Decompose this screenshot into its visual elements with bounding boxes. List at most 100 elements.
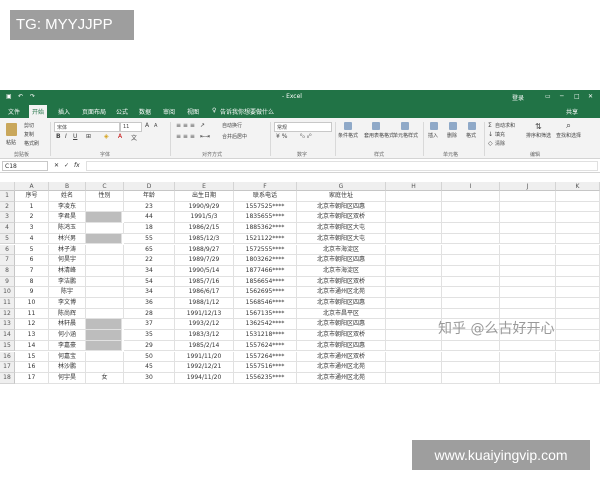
minimize-icon[interactable]: ─ bbox=[560, 93, 564, 100]
table-cell[interactable] bbox=[86, 255, 124, 266]
table-cell[interactable]: 林兴男 bbox=[49, 233, 86, 245]
table-cell[interactable] bbox=[386, 244, 442, 256]
fill-button[interactable]: 填充 bbox=[495, 131, 505, 138]
table-cell[interactable]: 何嘉宝 bbox=[49, 351, 86, 363]
column-header-h[interactable]: H bbox=[386, 182, 442, 191]
table-cell[interactable] bbox=[386, 287, 442, 298]
insert-cells-icon[interactable] bbox=[430, 122, 438, 130]
table-cell[interactable] bbox=[86, 330, 122, 341]
insert-cells-button[interactable]: 插入 bbox=[428, 132, 438, 139]
table-cell[interactable] bbox=[86, 351, 124, 363]
table-cell[interactable] bbox=[556, 255, 600, 266]
table-cell[interactable] bbox=[86, 287, 124, 298]
table-cell[interactable] bbox=[556, 319, 600, 331]
header-cell[interactable]: 姓名 bbox=[49, 191, 86, 202]
table-cell[interactable] bbox=[556, 201, 600, 213]
table-cell[interactable]: 北京市昌平区 bbox=[297, 308, 386, 320]
wrap-text-button[interactable]: 自动换行 bbox=[222, 122, 242, 129]
table-cell[interactable] bbox=[556, 330, 600, 341]
header-cell[interactable] bbox=[500, 191, 556, 202]
table-cell[interactable]: 6 bbox=[15, 255, 49, 266]
conditional-format-icon[interactable] bbox=[344, 122, 352, 130]
table-cell[interactable]: 1990/5/14 bbox=[175, 265, 234, 277]
find-icon[interactable]: ⌕ bbox=[566, 121, 571, 131]
table-cell[interactable]: 何小涵 bbox=[49, 330, 86, 341]
table-cell[interactable] bbox=[442, 351, 500, 363]
login-link[interactable]: 登录 bbox=[512, 93, 524, 102]
table-cell[interactable]: 1989/7/29 bbox=[175, 255, 234, 266]
table-cell[interactable]: 55 bbox=[124, 233, 175, 245]
tab-page-layout[interactable]: 页面布局 bbox=[82, 107, 106, 116]
number-format-select[interactable]: 常规 bbox=[274, 122, 332, 132]
table-cell[interactable]: 1521122**** bbox=[234, 233, 297, 245]
table-cell[interactable] bbox=[556, 287, 600, 298]
table-cell[interactable] bbox=[86, 319, 122, 331]
table-cell[interactable]: 北京市朝阳区四惠 bbox=[297, 298, 386, 309]
table-cell[interactable]: 22 bbox=[124, 255, 175, 266]
table-cell[interactable] bbox=[500, 212, 556, 224]
clear-button[interactable]: 清除 bbox=[495, 140, 505, 147]
table-cell[interactable]: 1835655**** bbox=[234, 212, 297, 224]
bold-icon[interactable]: B bbox=[56, 133, 61, 140]
table-cell[interactable] bbox=[86, 362, 124, 373]
table-cell[interactable]: 1992/12/21 bbox=[175, 362, 234, 373]
row-header-15[interactable]: 15 bbox=[0, 340, 15, 352]
table-cell[interactable] bbox=[556, 244, 600, 256]
table-cell[interactable] bbox=[386, 319, 442, 331]
table-cell[interactable]: 北京市朝阳区双桥 bbox=[297, 330, 386, 341]
table-cell[interactable]: 1557525**** bbox=[234, 201, 297, 213]
format-cells-icon[interactable] bbox=[468, 122, 476, 130]
select-all-corner[interactable] bbox=[0, 182, 15, 191]
tab-data[interactable]: 数据 bbox=[139, 107, 151, 116]
column-header-i[interactable]: I bbox=[442, 182, 500, 191]
table-cell[interactable] bbox=[386, 265, 442, 277]
table-cell[interactable]: 李凌东 bbox=[49, 201, 86, 213]
paste-icon[interactable] bbox=[6, 123, 17, 136]
delete-cells-button[interactable]: 删除 bbox=[447, 132, 457, 139]
table-cell[interactable] bbox=[500, 362, 556, 373]
table-cell[interactable]: 北京市通州区北苑 bbox=[297, 287, 386, 298]
format-cells-button[interactable]: 格式 bbox=[466, 132, 476, 139]
column-header-b[interactable]: B bbox=[49, 182, 86, 191]
column-header-g[interactable]: G bbox=[297, 182, 386, 191]
table-cell[interactable] bbox=[386, 372, 442, 384]
table-cell[interactable] bbox=[386, 351, 442, 363]
table-cell[interactable]: 17 bbox=[15, 372, 49, 384]
row-header-6[interactable]: 6 bbox=[0, 244, 15, 256]
tab-review[interactable]: 审阅 bbox=[163, 107, 175, 116]
header-cell[interactable]: 序号 bbox=[15, 191, 49, 202]
table-cell[interactable]: 李嘉豪 bbox=[49, 340, 86, 352]
table-cell[interactable] bbox=[556, 362, 600, 373]
maximize-icon[interactable]: □ bbox=[574, 93, 580, 100]
grow-font-icon[interactable]: A bbox=[145, 122, 149, 129]
table-cell[interactable]: 7 bbox=[15, 265, 49, 277]
insert-function-icon[interactable]: fx bbox=[74, 162, 80, 169]
table-cell[interactable]: 北京市朝阳区四惠 bbox=[297, 340, 386, 352]
table-cell[interactable]: 15 bbox=[15, 351, 49, 363]
table-cell[interactable] bbox=[386, 340, 442, 352]
save-icon[interactable]: ▣ bbox=[6, 93, 12, 100]
sort-filter-icon[interactable]: ⇅ bbox=[535, 122, 542, 131]
column-header-a[interactable]: A bbox=[15, 182, 49, 191]
tab-file[interactable]: 文件 bbox=[8, 107, 20, 116]
table-cell[interactable]: 1885362**** bbox=[234, 223, 297, 234]
row-header-4[interactable]: 4 bbox=[0, 223, 15, 234]
row-header-10[interactable]: 10 bbox=[0, 287, 15, 298]
table-cell[interactable]: 36 bbox=[124, 298, 175, 309]
table-cell[interactable] bbox=[386, 362, 442, 373]
table-cell[interactable] bbox=[386, 330, 442, 341]
table-format-button[interactable]: 套用表格格式 bbox=[364, 132, 394, 139]
table-cell[interactable] bbox=[500, 372, 556, 384]
table-cell[interactable]: 45 bbox=[124, 362, 175, 373]
table-cell[interactable]: 16 bbox=[15, 362, 49, 373]
table-cell[interactable]: 1990/9/29 bbox=[175, 201, 234, 213]
table-cell[interactable] bbox=[442, 223, 500, 234]
table-cell[interactable]: 林子涛 bbox=[49, 244, 86, 256]
table-cell[interactable] bbox=[386, 308, 442, 320]
table-cell[interactable]: 北京市朝阳区双桥 bbox=[297, 212, 386, 224]
table-cell[interactable]: 何宇昊 bbox=[49, 372, 86, 384]
table-cell[interactable] bbox=[386, 201, 442, 213]
cell-style-button[interactable]: 单元格样式 bbox=[393, 132, 418, 139]
table-cell[interactable] bbox=[500, 233, 556, 245]
column-header-e[interactable]: E bbox=[175, 182, 234, 191]
